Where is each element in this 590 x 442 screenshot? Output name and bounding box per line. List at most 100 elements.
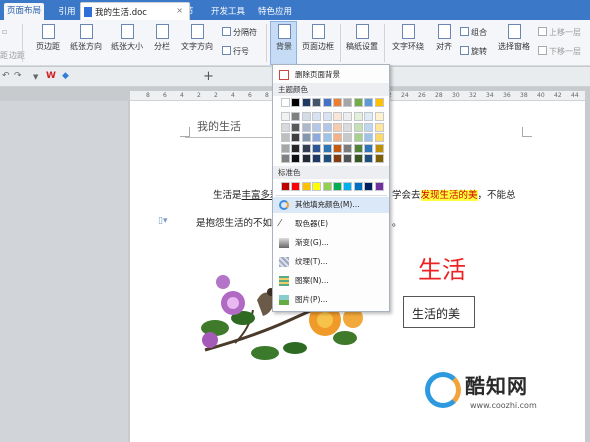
theme-color-swatch[interactable] xyxy=(364,98,374,107)
new-tab-button[interactable]: + xyxy=(203,69,214,84)
theme-color-swatch[interactable] xyxy=(374,122,384,132)
paragraph-1-start[interactable]: 生活是丰富多彩 xyxy=(213,187,280,201)
bring-forward-button[interactable]: 上移一层 xyxy=(538,27,581,38)
text-box[interactable]: 生活的美 xyxy=(403,296,475,328)
eyedropper-item[interactable]: ⁄ 取色器(E) xyxy=(273,216,389,232)
tab-document[interactable]: 我的生活.doc × xyxy=(80,2,190,20)
theme-color-swatch[interactable] xyxy=(281,133,290,142)
theme-color-swatch[interactable] xyxy=(353,98,363,107)
theme-color-swatch[interactable] xyxy=(291,98,301,107)
theme-color-swatch[interactable] xyxy=(333,122,342,132)
theme-color-swatch[interactable] xyxy=(322,98,332,107)
theme-color-swatch[interactable] xyxy=(312,154,322,163)
wps-logo-icon[interactable]: W xyxy=(46,71,56,81)
theme-color-swatch[interactable] xyxy=(281,143,290,153)
tab-page-layout[interactable]: 页面布局 xyxy=(4,3,44,20)
tab-developer[interactable]: 开发工具 xyxy=(208,4,248,20)
standard-color-swatch[interactable] xyxy=(301,182,311,191)
theme-color-swatch[interactable] xyxy=(301,154,311,163)
standard-color-swatch[interactable] xyxy=(291,182,301,191)
standard-color-swatch[interactable] xyxy=(312,182,322,191)
margins-button[interactable]: 页边距 xyxy=(30,24,66,52)
close-icon[interactable]: × xyxy=(176,6,183,15)
theme-color-swatch[interactable] xyxy=(364,112,374,121)
orientation-button[interactable]: 纸张方向 xyxy=(66,24,106,52)
theme-color-swatch[interactable] xyxy=(333,112,342,121)
theme-color-swatch[interactable] xyxy=(312,133,322,142)
theme-color-swatch[interactable] xyxy=(312,122,322,132)
theme-color-swatch[interactable] xyxy=(353,133,363,142)
theme-color-swatch[interactable] xyxy=(333,133,342,142)
theme-color-swatch[interactable] xyxy=(291,143,301,153)
theme-color-swatch[interactable] xyxy=(353,112,363,121)
breaks-button[interactable]: 分隔符 xyxy=(222,27,257,38)
standard-color-swatch[interactable] xyxy=(374,182,384,191)
theme-color-swatch[interactable] xyxy=(312,98,322,107)
paragraph-2-end[interactable]: 。 xyxy=(392,215,402,229)
standard-color-swatch[interactable] xyxy=(353,182,363,191)
group-button[interactable]: 组合 xyxy=(460,27,487,38)
theme-color-swatch[interactable] xyxy=(343,143,353,153)
theme-color-swatch[interactable] xyxy=(322,154,332,163)
theme-color-swatch[interactable] xyxy=(364,122,374,132)
theme-color-swatch[interactable] xyxy=(301,112,311,121)
theme-color-swatch[interactable] xyxy=(333,154,342,163)
theme-color-swatch[interactable] xyxy=(374,98,384,107)
theme-color-swatch[interactable] xyxy=(291,112,301,121)
paper-size-button[interactable]: 纸张大小 xyxy=(107,24,147,52)
redo-icon[interactable]: ↷ xyxy=(14,71,22,81)
theme-color-swatch[interactable] xyxy=(353,122,363,132)
theme-color-swatch[interactable] xyxy=(301,98,311,107)
theme-color-swatch[interactable] xyxy=(364,143,374,153)
manuscript-settings-button[interactable]: 稿纸设置 xyxy=(344,24,380,52)
theme-color-swatch[interactable] xyxy=(364,133,374,142)
text-wrap-button[interactable]: 文字环绕 xyxy=(388,24,428,52)
theme-color-swatch[interactable] xyxy=(301,143,311,153)
undo-icon[interactable]: ↶ xyxy=(2,71,10,81)
theme-color-swatch[interactable] xyxy=(291,122,301,132)
theme-color-swatch[interactable] xyxy=(291,154,301,163)
align-button[interactable]: 对齐 xyxy=(429,24,459,52)
theme-color-swatch[interactable] xyxy=(343,112,353,121)
page-border-button[interactable]: 页面边框 xyxy=(300,24,336,52)
tab-special[interactable]: 特色应用 xyxy=(255,4,295,20)
remove-page-background-item[interactable]: 删除页面背景 xyxy=(273,67,389,83)
paragraph-2-start[interactable]: 是抱怨生活的不如 xyxy=(196,215,272,229)
theme-color-swatch[interactable] xyxy=(322,143,332,153)
background-button[interactable]: 背景 xyxy=(271,24,297,52)
theme-color-swatch[interactable] xyxy=(322,112,332,121)
cloud-box-icon[interactable]: ◆ xyxy=(62,71,69,81)
theme-color-swatch[interactable] xyxy=(343,133,353,142)
theme-color-swatch[interactable] xyxy=(353,154,363,163)
theme-color-swatch[interactable] xyxy=(333,98,342,107)
theme-color-swatch[interactable] xyxy=(364,154,374,163)
page-side-icon[interactable]: ▯▾ xyxy=(158,216,167,226)
dropdown-arrow-icon[interactable]: ▼ xyxy=(33,73,38,81)
theme-color-swatch[interactable] xyxy=(281,154,290,163)
standard-color-swatch[interactable] xyxy=(333,182,342,191)
standard-color-swatch[interactable] xyxy=(364,182,374,191)
wordart-title[interactable]: 生活 xyxy=(418,250,466,285)
standard-color-swatch[interactable] xyxy=(322,182,332,191)
theme-color-swatch[interactable] xyxy=(353,143,363,153)
standard-color-swatch[interactable] xyxy=(281,182,290,191)
theme-color-swatch[interactable] xyxy=(281,122,290,132)
theme-color-swatch[interactable] xyxy=(281,112,290,121)
paragraph-1-end[interactable]: 学会去发现生活的美，不能总 xyxy=(392,187,516,201)
picture-item[interactable]: 图片(P)... xyxy=(273,292,389,308)
pattern-item[interactable]: 图案(N)... xyxy=(273,273,389,289)
theme-color-swatch[interactable] xyxy=(374,112,384,121)
header-title[interactable]: 我的生活 xyxy=(197,118,241,134)
selection-pane-button[interactable]: 选择窗格 xyxy=(496,24,532,52)
theme-color-swatch[interactable] xyxy=(301,122,311,132)
more-fill-colors-item[interactable]: 其他填充颜色(M)... xyxy=(273,197,389,213)
theme-color-swatch[interactable] xyxy=(374,133,384,142)
theme-color-swatch[interactable] xyxy=(301,133,311,142)
texture-item[interactable]: 纹理(T)... xyxy=(273,254,389,270)
tab-references[interactable]: 引用 xyxy=(54,4,80,20)
theme-color-swatch[interactable] xyxy=(322,122,332,132)
theme-color-swatch[interactable] xyxy=(312,112,322,121)
theme-color-swatch[interactable] xyxy=(312,143,322,153)
line-numbers-button[interactable]: 行号 xyxy=(222,46,249,57)
theme-color-swatch[interactable] xyxy=(333,143,342,153)
